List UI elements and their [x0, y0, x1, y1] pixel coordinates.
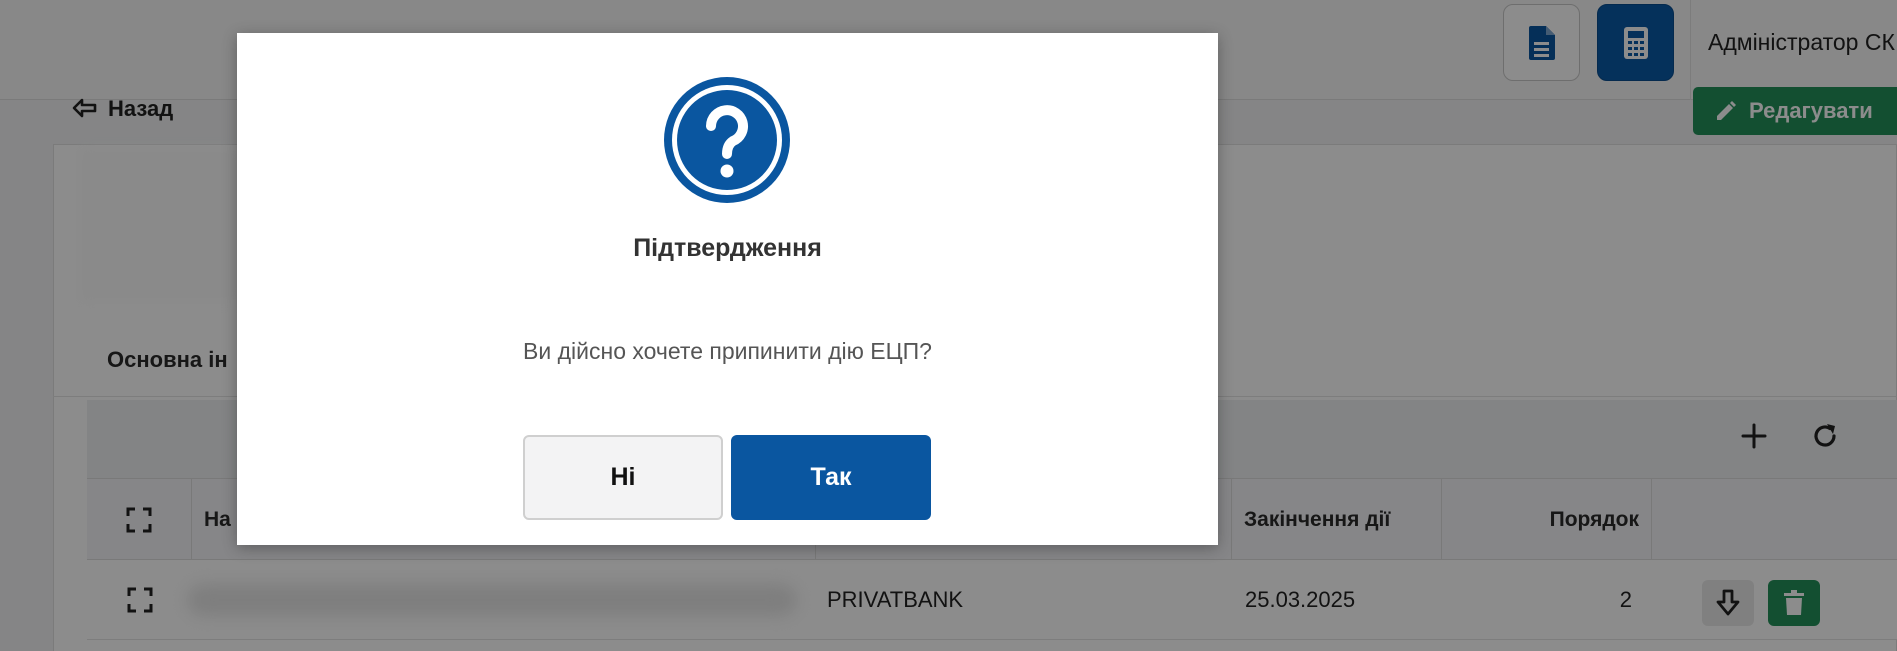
yes-button[interactable]: Так	[731, 435, 931, 520]
confirmation-dialog: Підтвердження Ви дійсно хочете припинити…	[237, 33, 1218, 545]
dialog-message: Ви дійсно хочете припинити дію ЕЦП?	[523, 338, 932, 364]
no-button[interactable]: Ні	[523, 435, 723, 520]
question-circle-icon	[664, 77, 790, 203]
dialog-title: Підтвердження	[633, 234, 822, 262]
